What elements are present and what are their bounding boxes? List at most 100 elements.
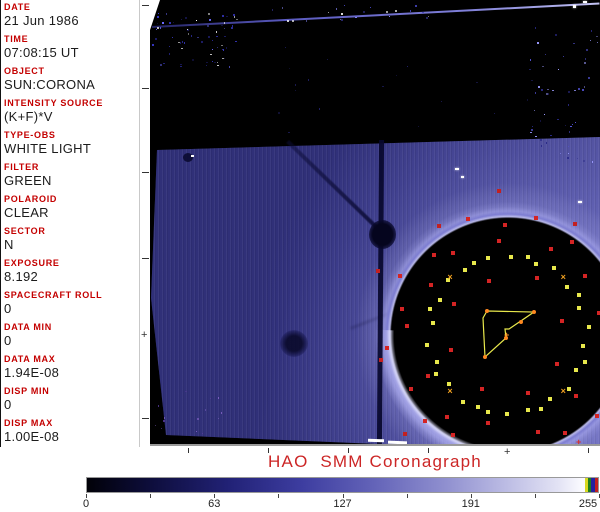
- red-mid-ring-dot: [497, 238, 502, 243]
- diagonal-x-marker: ×: [447, 385, 453, 396]
- colorbar-tick-label: 0: [82, 498, 90, 510]
- yellow-fiducial-ring-dot: [534, 261, 539, 266]
- yellow-fiducial-ring-dot: [577, 292, 582, 297]
- red-outer-ring-dot: [465, 217, 470, 222]
- metadata-value: 0: [4, 301, 12, 316]
- metadata-value: 8.192: [4, 269, 39, 284]
- metadata-value: 07:08:15 UT: [4, 45, 79, 60]
- red-plus-marker: +: [576, 437, 582, 446]
- yellow-fiducial-ring-dot: [476, 405, 481, 410]
- yellow-fiducial-ring-dot: [547, 397, 552, 402]
- colorbar-tick-label: 255: [578, 498, 598, 510]
- red-far-ring-dot: [378, 358, 383, 363]
- intensity-colorbar: [86, 477, 599, 493]
- feature-outline-layer: [482, 310, 536, 359]
- red-inner-ring-dot: [448, 348, 453, 353]
- red-mid-ring-dot: [583, 273, 588, 278]
- red-mid-ring-dot: [445, 414, 450, 419]
- red-outer-ring-dot: [409, 387, 414, 392]
- diagonal-x-marker: ×: [560, 272, 566, 283]
- image-title: HAO SMM Coronagraph: [268, 452, 482, 471]
- yellow-fiducial-ring-dot: [526, 408, 531, 413]
- red-outer-ring-dot: [451, 432, 456, 437]
- red-inner-ring-dot: [486, 279, 491, 284]
- metadata-value: SUN:CORONA: [4, 77, 96, 92]
- metadata-value: (K+F)*V: [4, 109, 53, 124]
- yellow-fiducial-ring-dot: [486, 256, 491, 261]
- yellow-fiducial-ring-dot: [552, 265, 557, 270]
- colorbar-tick-label: 63: [208, 498, 221, 510]
- metadata-label: SPACECRAFT ROLL: [4, 290, 103, 300]
- polygon-vertex-dot: [519, 320, 523, 324]
- red-far-ring-dot: [573, 221, 578, 226]
- red-outer-ring-dot: [432, 252, 437, 257]
- yellow-fiducial-ring-dot: [463, 267, 468, 272]
- metadata-field: DISP MAX 1.00E-08: [4, 418, 138, 444]
- metadata-field: DISP MIN 0: [4, 386, 138, 412]
- coronagraph-image-canvas[interactable]: × × × × + +: [150, 0, 600, 446]
- yellow-fiducial-ring-dot: [565, 284, 569, 289]
- metadata-value: GREEN: [4, 173, 52, 188]
- yellow-fiducial-ring-dot: [581, 344, 586, 349]
- yellow-fiducial-ring-dot: [485, 409, 490, 414]
- red-inner-ring-dot: [559, 319, 564, 324]
- metadata-sidebar: DATE 21 Jun 1986 TIME 07:08:15 UT OBJECT SUN:…: [0, 0, 140, 447]
- polygon-vertex-dot: [483, 355, 487, 359]
- red-outer-ring-dot: [422, 418, 427, 423]
- metadata-label: OBJECT: [4, 66, 45, 76]
- red-mid-ring-dot: [485, 420, 490, 425]
- yellow-fiducial-ring-dot: [573, 367, 578, 372]
- metadata-field: DATE 21 Jun 1986: [4, 2, 138, 28]
- colorbar-tick-label: 127: [333, 498, 352, 510]
- metadata-label: FILTER: [4, 162, 40, 172]
- metadata-value: 0: [4, 397, 12, 412]
- red-outer-ring-dot: [570, 239, 575, 244]
- metadata-value: CLEAR: [4, 205, 49, 220]
- yellow-fiducial-ring-dot: [424, 342, 429, 347]
- metadata-field: TIME 07:08:15 UT: [4, 34, 138, 60]
- red-outer-ring-dot: [533, 215, 538, 220]
- red-mid-ring-dot: [405, 324, 410, 329]
- smm-coronagraph-quicklook-window: DATE 21 Jun 1986 TIME 07:08:15 UT OBJECT SUN:…: [0, 0, 600, 512]
- metadata-label: TIME: [4, 34, 29, 44]
- metadata-label: SECTOR: [4, 226, 46, 236]
- yellow-fiducial-ring-dot: [539, 406, 544, 411]
- diagonal-x-marker: ×: [560, 385, 566, 396]
- red-inner-ring-dot: [555, 362, 560, 367]
- colorbar-tick-label: 191: [461, 498, 480, 510]
- metadata-value: 1.94E-08: [4, 365, 60, 380]
- yellow-fiducial-ring-dot: [428, 307, 433, 312]
- polygon-vertex-dot: [504, 336, 508, 340]
- metadata-field: SECTOR N: [4, 226, 138, 252]
- red-inner-ring-dot: [452, 302, 457, 307]
- red-mid-ring-dot: [425, 374, 430, 379]
- metadata-label: EXPOSURE: [4, 258, 60, 268]
- metadata-value: 1.00E-08: [4, 429, 60, 444]
- red-far-ring-dot: [437, 223, 442, 228]
- red-outer-ring-dot: [594, 414, 599, 419]
- red-outer-ring-dot: [399, 306, 404, 311]
- metadata-field: TYPE-OBS WHITE LIGHT: [4, 130, 138, 156]
- red-mid-ring-dot: [536, 429, 541, 434]
- metadata-field: SPACECRAFT ROLL 0: [4, 290, 138, 316]
- metadata-label: DATE: [4, 2, 31, 12]
- yellow-fiducial-ring-dot: [461, 400, 466, 404]
- diagonal-x-marker: ×: [447, 272, 453, 283]
- yellow-fiducial-ring-dot: [508, 254, 513, 259]
- metadata-field: DATA MIN 0: [4, 322, 138, 348]
- yellow-fiducial-ring-dot: [583, 360, 588, 365]
- metadata-value: 21 Jun 1986: [4, 13, 79, 28]
- metadata-field: POLAROID CLEAR: [4, 194, 138, 220]
- red-outer-ring-dot: [503, 222, 508, 227]
- polygon-vertex-dot: [485, 309, 489, 313]
- polygon-vertex-dot: [532, 310, 536, 314]
- yellow-fiducial-ring-dot: [504, 412, 509, 417]
- red-far-ring-dot: [402, 431, 407, 436]
- metadata-label: DISP MIN: [4, 386, 50, 396]
- metadata-field: DATA MAX 1.94E-08: [4, 354, 138, 380]
- red-mid-ring-dot: [574, 393, 579, 398]
- metadata-field: EXPOSURE 8.192: [4, 258, 138, 284]
- metadata-value: 0: [4, 333, 12, 348]
- yellow-fiducial-ring-dot: [567, 387, 572, 392]
- red-mid-ring-dot: [549, 247, 554, 252]
